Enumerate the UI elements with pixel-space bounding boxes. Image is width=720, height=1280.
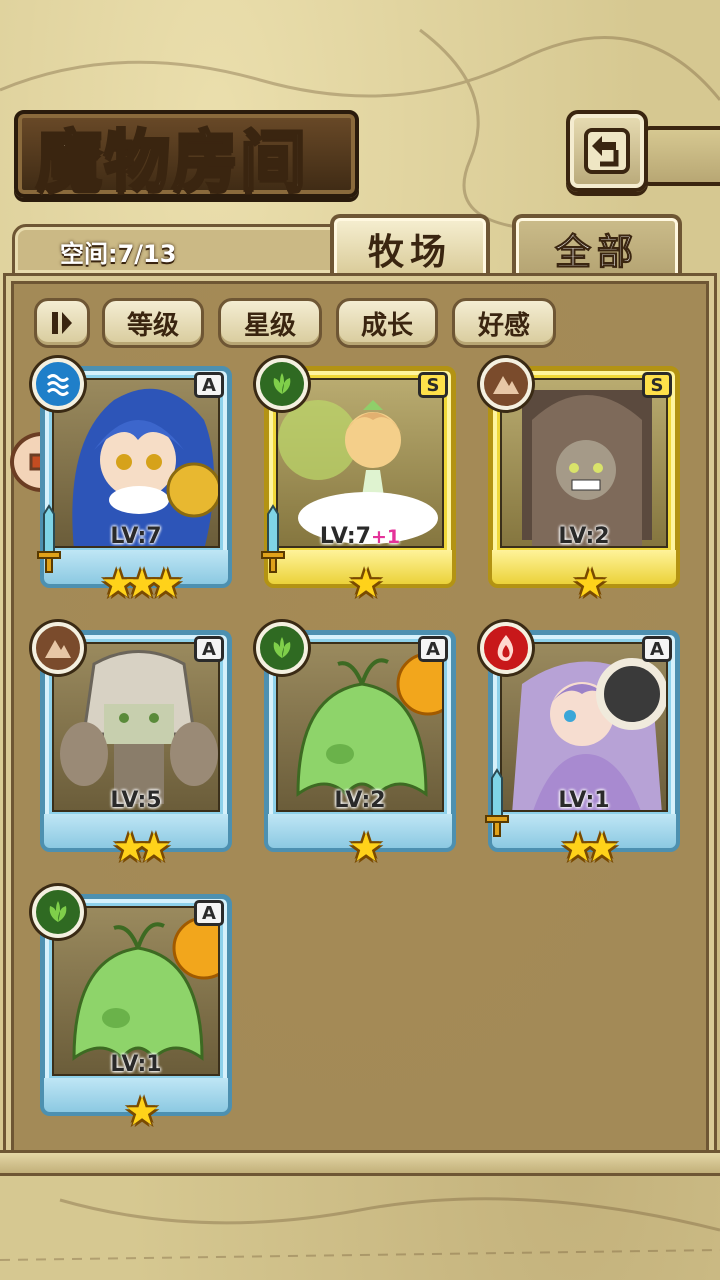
star-rating: ★ [348, 561, 384, 607]
monster-card[interactable]: A LV:1 ★★ [480, 622, 680, 868]
monster-card[interactable]: A LV:5 ★★ [32, 622, 232, 868]
back-button[interactable] [566, 110, 648, 192]
star-rating: ★★★ [100, 561, 184, 607]
monster-portrait [52, 906, 220, 1076]
tab-ranch[interactable]: 牧场 [330, 214, 490, 280]
rank-badge: A [642, 636, 672, 662]
sort-toggle-button[interactable] [34, 298, 90, 348]
star-rating: ★ [124, 1089, 160, 1135]
wood-element-icon [256, 358, 308, 410]
fire-element-icon [480, 622, 532, 674]
monster-portrait [52, 378, 220, 548]
monster-portrait [276, 642, 444, 812]
panel-bottom-trim [0, 1150, 720, 1176]
monster-portrait [500, 642, 668, 812]
earth-element-icon [480, 358, 532, 410]
star-rating: ★★ [560, 825, 620, 871]
monster-card[interactable]: S LV:2 ★ [480, 358, 680, 604]
sort-growth-button[interactable]: 成长 [336, 298, 438, 348]
back-arrow-icon [584, 128, 630, 174]
wood-element-icon [32, 886, 84, 938]
star-rating: ★★ [112, 825, 172, 871]
monster-level: LV:2 [334, 788, 386, 813]
back-rail [640, 126, 720, 186]
monster-level: LV:5 [110, 788, 162, 813]
star-rating: ★ [572, 561, 608, 607]
rank-badge: A [194, 900, 224, 926]
monster-portrait [500, 378, 668, 548]
monster-card[interactable]: A LV:1 ★ [32, 886, 232, 1132]
rank-badge: A [194, 372, 224, 398]
page-title: 魔物房间 [35, 121, 308, 202]
rank-badge: S [418, 372, 448, 398]
star-rating: ★ [348, 825, 384, 871]
water-element-icon [32, 358, 84, 410]
monster-card[interactable]: A LV:2 ★ [256, 622, 456, 868]
tab-all[interactable]: 全部 [512, 214, 682, 280]
monster-level: LV:1 [110, 1052, 162, 1077]
sort-affection-button[interactable]: 好感 [452, 298, 556, 348]
earth-element-icon [32, 622, 84, 674]
monster-portrait [276, 378, 444, 548]
wood-element-icon [256, 622, 308, 674]
pause-icon [52, 312, 72, 334]
monster-card[interactable]: A LV:7 ★★★ [32, 358, 232, 604]
monster-level: LV:7+1 [319, 524, 401, 549]
monster-card[interactable]: S LV:7+1 ★ [256, 358, 456, 604]
sort-level-button[interactable]: 等级 [102, 298, 204, 348]
monster-level: LV:1 [558, 788, 610, 813]
monster-portrait [52, 642, 220, 812]
storage-count: 空间:7/13 [60, 240, 177, 268]
rank-badge: A [194, 636, 224, 662]
rank-badge: A [418, 636, 448, 662]
rank-badge: S [642, 372, 672, 398]
sort-star-button[interactable]: 星级 [218, 298, 322, 348]
monster-level: LV:7 [110, 524, 162, 549]
monster-level: LV:2 [558, 524, 610, 549]
